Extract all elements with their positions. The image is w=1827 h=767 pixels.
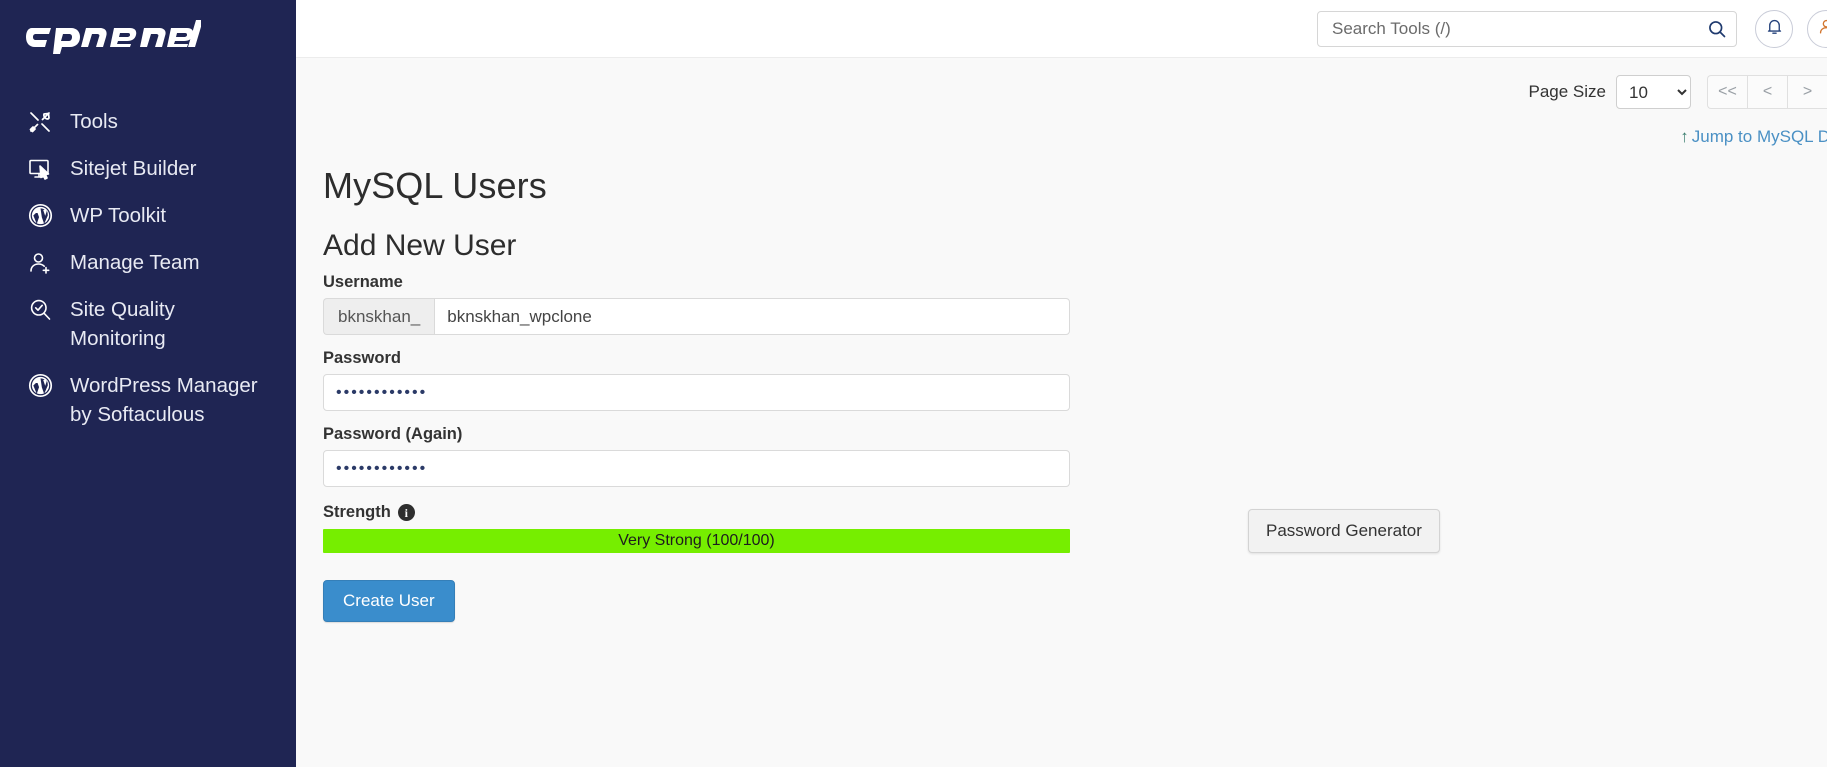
up-arrow-icon: ↑ [1680,127,1689,146]
create-user-button[interactable]: Create User [323,580,455,622]
notifications-button[interactable] [1755,9,1793,48]
pagination-controls: Page Size 10 20 50 100 << < > >> [296,58,1827,109]
password-field-block: Password [323,349,1827,411]
bell-icon [1765,17,1784,41]
main-region: Page Size 10 20 50 100 << < > >> ↑Jump t… [296,0,1827,767]
topbar [296,0,1827,58]
cpanel-logo[interactable] [0,0,296,72]
username-prefix: bknskhan_ [323,298,435,335]
password-input[interactable] [323,374,1070,411]
password-strength-text: Very Strong (100/100) [618,532,775,549]
jump-to-mysql-databases-link[interactable]: ↑Jump to MySQL Databases [1680,127,1827,147]
jump-link-row: ↑Jump to MySQL Databases [296,109,1827,147]
jump-link-label: Jump to MySQL Databases [1691,127,1827,146]
sidebar-item-label: Site Quality Monitoring [70,298,175,350]
username-input[interactable] [434,298,1070,335]
section-title: Add New User [323,229,517,262]
cpanel-app: Tools Sitejet Builder WP Toolkit Manage … [0,0,1827,767]
search-input[interactable] [1317,10,1737,47]
sidebar-item-label: Manage Team [70,251,200,274]
page-size-label: Page Size [1528,82,1607,101]
pager-first-button[interactable]: << [1707,75,1747,109]
sidebar-item-label: WP Toolkit [70,204,167,227]
pager-next-button[interactable]: > [1787,75,1827,109]
username-field-block: Username bknskhan_ [323,273,1827,335]
user-plus-icon [26,248,54,277]
password-again-input[interactable] [323,450,1070,487]
sidebar-item-manage-team[interactable]: Manage Team [0,239,296,286]
sidebar-item-label: Sitejet Builder [70,157,197,180]
sidebar-item-label: Tools [70,110,118,133]
pager: << < > >> [1707,75,1827,109]
sidebar-item-label: WordPress Manager by Softaculous [70,374,258,426]
page-title: MySQL Users [323,165,547,206]
strength-label: Strength [323,503,391,521]
user-avatar-icon [1817,17,1827,41]
password-again-label: Password (Again) [323,425,463,443]
password-label: Password [323,349,401,367]
info-icon[interactable]: i [397,504,415,521]
sidebar-item-site-quality-monitoring[interactable]: Site Quality Monitoring [0,286,296,362]
create-user-row: Create User [323,580,1827,622]
password-strength-bar: Very Strong (100/100) [323,529,1070,553]
sidebar-item-tools[interactable]: Tools [0,98,296,145]
strength-label-row: Strength i [323,503,1827,522]
monitor-cursor-icon [26,154,54,183]
sidebar-item-wp-toolkit[interactable]: WP Toolkit [0,192,296,239]
sidebar-item-sitejet-builder[interactable]: Sitejet Builder [0,145,296,192]
sidebar-nav: Tools Sitejet Builder WP Toolkit Manage … [0,98,296,438]
tools-icon [26,107,54,136]
pager-prev-button[interactable]: < [1747,75,1787,109]
add-new-user-form: MySQL Users Add New User Username bknskh… [296,147,1827,622]
password-again-field-block: Password (Again) [323,425,1827,487]
username-label: Username [323,273,403,291]
wordpress-icon [26,371,54,400]
page-size-select[interactable]: 10 20 50 100 [1616,75,1691,109]
user-avatar-button[interactable] [1807,9,1827,48]
username-input-group: bknskhan_ [323,298,1070,335]
search-icon[interactable] [1703,15,1731,43]
sidebar: Tools Sitejet Builder WP Toolkit Manage … [0,0,296,767]
wordpress-icon [26,201,54,230]
search-check-icon [26,295,54,324]
search-box [1317,10,1737,47]
password-generator-button[interactable]: Password Generator [1248,509,1440,553]
sidebar-item-wordpress-manager-softaculous[interactable]: WordPress Manager by Softaculous [0,362,296,438]
